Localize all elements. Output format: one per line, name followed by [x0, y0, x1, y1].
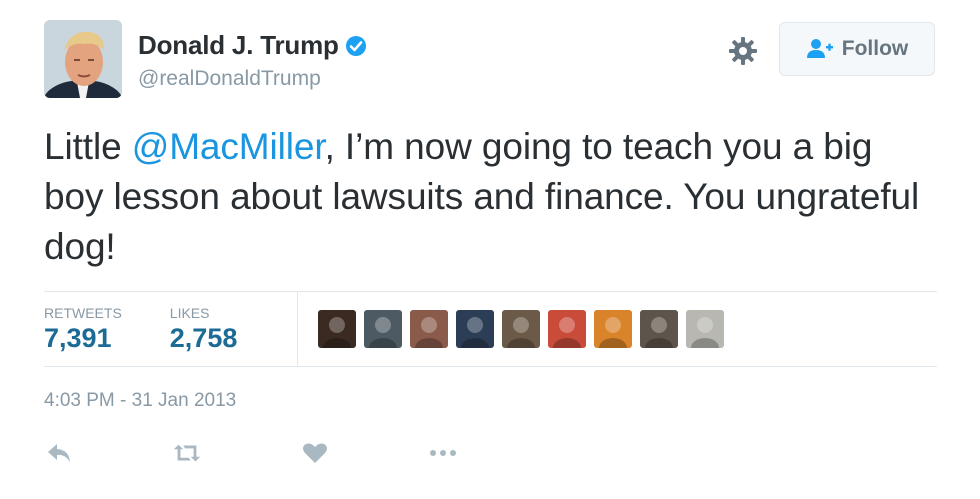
- gear-icon[interactable]: [728, 36, 758, 66]
- user-handle[interactable]: @realDonaldTrump: [138, 67, 367, 91]
- avatar[interactable]: [44, 20, 122, 98]
- mention-link[interactable]: @MacMiller: [132, 126, 325, 167]
- follow-button[interactable]: Follow: [779, 22, 935, 76]
- liker-avatar[interactable]: [686, 310, 725, 348]
- stats-separator: [297, 292, 299, 366]
- retweets-stat[interactable]: RETWEETS 7,391: [44, 292, 122, 366]
- profile-photo: [44, 20, 122, 98]
- likes-label: LIKES: [169, 304, 210, 321]
- tweet-actions: [44, 440, 556, 466]
- liker-avatar[interactable]: [594, 310, 633, 348]
- reply-icon[interactable]: [44, 440, 74, 466]
- add-user-icon: [806, 38, 834, 60]
- retweets-count: 7,391: [44, 322, 112, 353]
- liker-avatar[interactable]: [318, 310, 357, 348]
- tweet-text: Little @MacMiller, I’m now going to teac…: [44, 122, 924, 272]
- tweet-timestamp[interactable]: 4:03 PM - 31 Jan 2013: [44, 390, 236, 412]
- likes-stat[interactable]: LIKES 2,758: [170, 292, 238, 366]
- follow-label: Follow: [841, 37, 909, 60]
- tweet-text-start: Little: [44, 126, 132, 167]
- liker-avatar[interactable]: [456, 310, 495, 348]
- liker-avatar[interactable]: [410, 310, 449, 348]
- name-row: Donald J. Trump: [138, 30, 367, 61]
- like-icon[interactable]: [300, 440, 330, 466]
- divider-bottom: [44, 366, 937, 367]
- liker-avatar[interactable]: [640, 310, 679, 348]
- likes-count: 2,758: [169, 322, 238, 353]
- retweet-icon[interactable]: [172, 440, 202, 466]
- verified-badge-icon: [345, 35, 367, 57]
- tweet-stats: RETWEETS 7,391 LIKES 2,758: [44, 292, 937, 366]
- likers-avatars: [318, 292, 725, 366]
- liker-avatar[interactable]: [548, 310, 587, 348]
- display-name[interactable]: Donald J. Trump: [138, 30, 339, 61]
- more-icon[interactable]: [428, 440, 458, 466]
- liker-avatar[interactable]: [502, 310, 541, 348]
- user-info: Donald J. Trump @realDonaldTrump: [138, 30, 367, 91]
- liker-avatar[interactable]: [364, 310, 403, 348]
- tweet-card: Donald J. Trump @realDonaldTrump Follow …: [0, 0, 980, 499]
- retweets-label: RETWEETS: [44, 304, 122, 321]
